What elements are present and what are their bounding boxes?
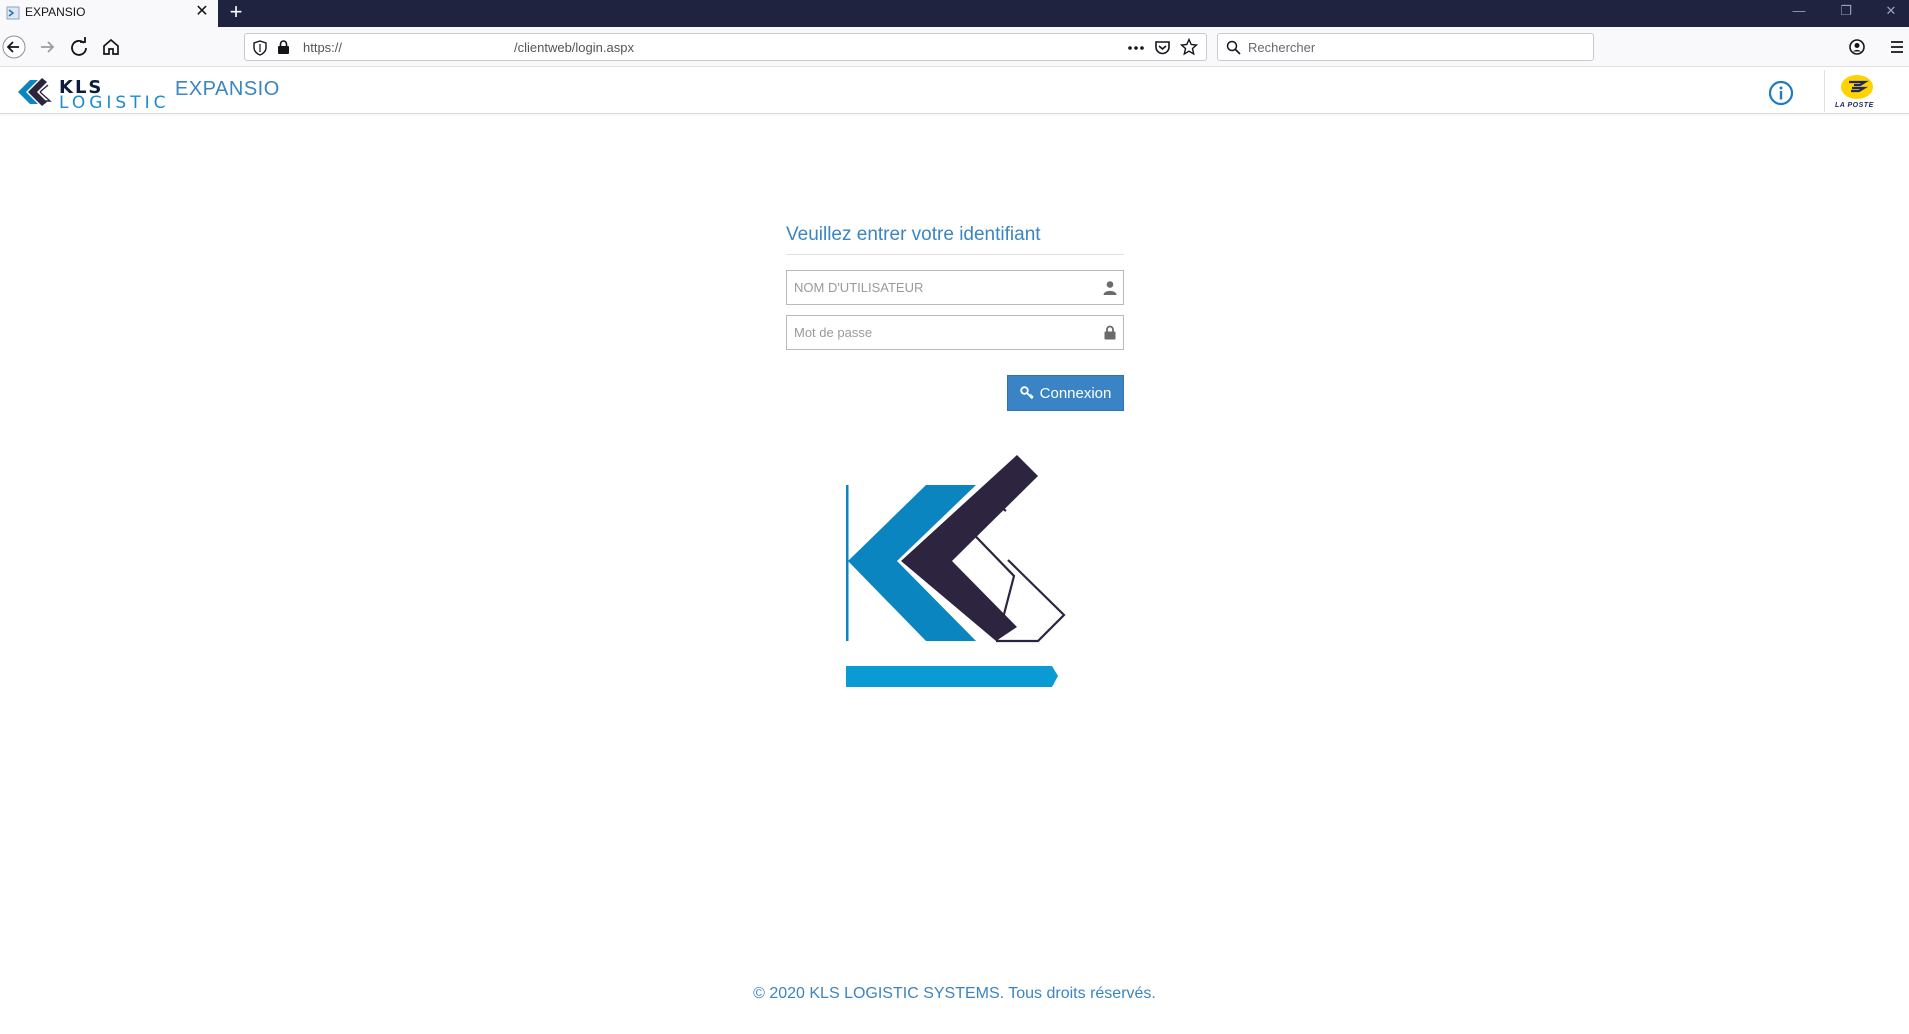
- forward-arrow-icon[interactable]: [35, 35, 59, 59]
- password-input[interactable]: [787, 316, 1087, 349]
- username-input[interactable]: [787, 271, 1087, 304]
- menu-icon[interactable]: [1885, 35, 1909, 59]
- shield-icon[interactable]: [253, 40, 267, 56]
- minimize-button[interactable]: —: [1789, 3, 1809, 18]
- new-tab-button[interactable]: +: [225, 1, 247, 23]
- account-icon[interactable]: [1845, 35, 1869, 59]
- back-arrow-icon[interactable]: [2, 35, 26, 59]
- lock-icon[interactable]: [277, 40, 290, 55]
- url-scheme: https://: [303, 40, 343, 55]
- tab-title: EXPANSIO: [25, 5, 86, 19]
- home-icon[interactable]: [99, 35, 123, 59]
- login-title: Veuillez entrer votre identifiant: [786, 224, 1041, 245]
- login-divider: [786, 254, 1124, 255]
- kls-large-logo: [846, 455, 1066, 687]
- la-poste-label: LA POSTE: [1835, 102, 1874, 109]
- url-path: /clientweb/login.aspx: [514, 40, 634, 55]
- search-bar[interactable]: Rechercher: [1217, 33, 1594, 61]
- app-name: EXPANSIO: [175, 78, 280, 100]
- la-poste-mark: [1841, 75, 1873, 99]
- username-field[interactable]: [786, 270, 1124, 305]
- browser-tab[interactable]: EXPANSIO ✕: [0, 0, 218, 27]
- kls-logo-mark: [18, 78, 52, 106]
- favicon-icon: [6, 6, 20, 20]
- reload-icon[interactable]: [67, 35, 91, 59]
- key-icon: [1019, 386, 1034, 400]
- search-icon: [1226, 40, 1241, 55]
- search-placeholder: Rechercher: [1248, 40, 1316, 55]
- la-poste-logo: LA POSTE: [1824, 70, 1886, 112]
- close-window-button[interactable]: ✕: [1881, 3, 1901, 19]
- info-icon[interactable]: [1768, 80, 1794, 106]
- restore-button[interactable]: ❐: [1836, 3, 1856, 19]
- more-icon[interactable]: [1127, 41, 1145, 55]
- url-bar[interactable]: https:// /clientweb/login.aspx: [244, 33, 1207, 61]
- kls-logo[interactable]: KLS LOGISTIC: [16, 73, 166, 113]
- browser-tab-bar: EXPANSIO ✕ + — ❐ ✕: [0, 0, 1909, 27]
- footer-copyright: © 2020 KLS LOGISTIC SYSTEMS. Tous droits…: [753, 985, 1156, 1002]
- browser-nav-bar: https:// /clientweb/login.aspx Recherche…: [0, 27, 1909, 67]
- kls-logo-subtitle: LOGISTIC: [59, 93, 170, 113]
- password-field[interactable]: [786, 315, 1124, 350]
- tab-close-icon[interactable]: ✕: [192, 2, 212, 22]
- padlock-icon: [1104, 325, 1116, 340]
- pocket-icon[interactable]: [1154, 39, 1171, 56]
- connexion-label: Connexion: [1039, 384, 1112, 402]
- connexion-button[interactable]: Connexion: [1007, 375, 1124, 411]
- star-icon[interactable]: [1180, 38, 1198, 56]
- user-icon: [1103, 281, 1117, 295]
- app-header: KLS LOGISTIC EXPANSIO LA POSTE: [0, 68, 1909, 114]
